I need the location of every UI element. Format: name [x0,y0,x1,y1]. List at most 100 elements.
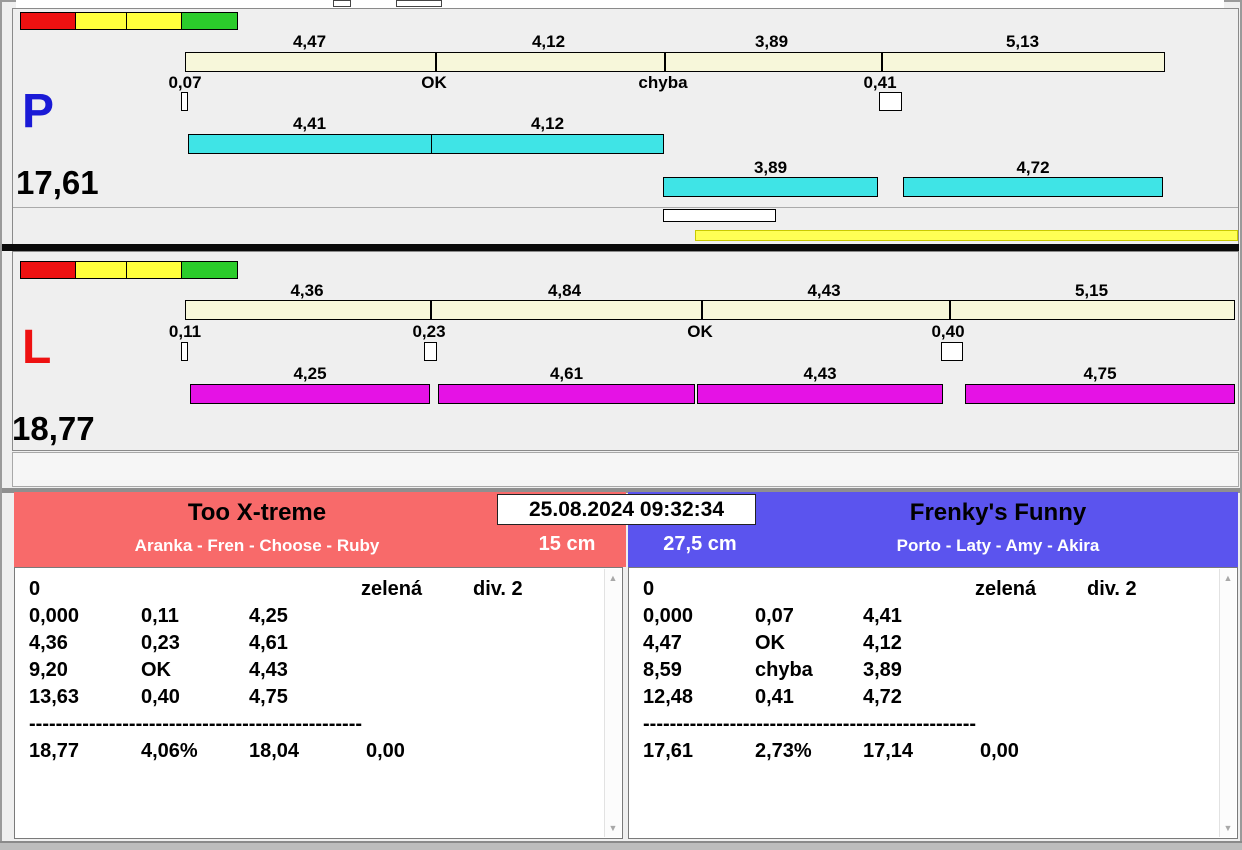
dog-time-label: 4,12 [530,114,565,133]
clock: 25.08.2024 09:32:34 [497,494,756,525]
fault-marker [181,92,188,111]
dog-time-label: 4,61 [549,364,584,383]
empty-strip [12,452,1239,487]
light-yellow-2 [126,261,182,279]
dog-time-bar [431,134,664,154]
fault-marker [879,92,902,111]
start-fault-count: 0 [29,578,41,600]
split-time-label: 4,36 [290,281,324,300]
lane-p-letter: P [22,85,55,138]
gate-mark-label: OK [687,322,713,341]
split-time-label: 4,43 [807,281,841,300]
scrollbar[interactable]: ▲ ▼ [1219,569,1236,837]
team-right-jump-height: 27,5 cm [663,533,737,555]
start-fault-count: 0 [643,578,655,600]
dog-time-label: 4,25 [293,364,327,383]
ruler-tick [881,52,883,72]
application-window: P 17,61 4,47 4,12 3,89 5,13 0,07 OK chyb… [0,0,1242,850]
split-ruler-l [185,300,1235,320]
start-lights-l [20,261,238,279]
dog-time-bar [663,177,878,197]
lane-l-letter: L [22,321,52,374]
scroll-down-icon[interactable]: ▼ [1220,823,1236,833]
lane-l-total-time: 18,77 [12,410,95,447]
scrollbar[interactable]: ▲ ▼ [604,569,621,837]
gate-mark-label: 0,41 [863,73,897,92]
team-right-name: Frenky's Funny [909,499,1087,526]
split-time-label: 5,15 [1074,281,1109,300]
dog-time-bar [190,384,430,404]
lane-divider [2,244,1239,251]
yellow-progress-bar [695,230,1238,241]
scroll-up-icon[interactable]: ▲ [1220,573,1236,583]
light-yellow-1 [75,261,127,279]
window-bottom-strip [0,841,1242,850]
ruler-tick [430,300,432,320]
team-right-results: 0 zelená div. 2 0,000 0,07 4,41 4,47 OK … [628,567,1238,839]
lane-p-total-time: 17,61 [16,164,99,201]
dog-time-label: 4,43 [803,364,837,383]
gate-mark-label: 0,07 [168,73,202,92]
result-row: 4,47 OK 4,12 [643,632,902,654]
gate-mark-label: OK [421,73,447,92]
card-status: zelená [361,578,423,600]
dog-time-label: 4,75 [1083,364,1117,383]
team-right-lineup: Porto - Laty - Amy - Akira [896,536,1100,555]
team-left-lineup: Aranka - Fren - Choose - Ruby [134,536,380,555]
light-green [181,261,238,279]
division-label: div. 2 [1087,578,1137,600]
dog-time-label: 4,72 [1016,158,1050,177]
scroll-up-icon[interactable]: ▲ [605,573,621,583]
fault-marker [424,342,437,361]
window-fragment [333,0,351,7]
window-fragment [396,0,442,7]
result-summary-row: 18,77 4,06% 18,04 0,00 [29,740,405,762]
team-left-results: 0 zelená div. 2 0,000 0,11 4,25 4,36 0,2… [14,567,623,839]
start-lights-p [20,12,238,30]
progress-bar-outline [663,209,776,222]
result-divider-row: ----------------------------------------… [29,713,363,735]
dog-time-bar [965,384,1235,404]
gate-mark-label: 0,23 [412,322,446,341]
result-row: 13,63 0,40 4,75 [29,686,288,708]
light-red [20,261,76,279]
fault-marker [181,342,188,361]
fault-marker [941,342,963,361]
result-summary-row: 17,61 2,73% 17,14 0,00 [643,740,1019,762]
dog-time-label: 4,41 [292,114,327,133]
split-time-label: 3,89 [754,32,789,51]
split-time-label: 4,12 [531,32,566,51]
result-row: 0,000 0,11 4,25 [29,605,288,627]
split-ruler-p [185,52,1165,72]
dog-time-bar [697,384,943,404]
light-yellow-2 [126,12,182,30]
result-status-row: 0 zelená div. 2 [629,578,1215,604]
window-top-strip [16,0,1224,8]
result-row: 4,36 0,23 4,61 [29,632,288,654]
result-divider-row: ----------------------------------------… [643,713,977,735]
light-red [20,12,76,30]
result-row: 8,59 chyba 3,89 [643,659,902,681]
dog-time-label: 3,89 [753,158,788,177]
team-left-jump-height: 15 cm [538,533,596,555]
gate-mark-label: 0,11 [168,322,202,341]
dog-time-bar [903,177,1163,197]
ruler-tick [664,52,666,72]
divider-line [13,207,1238,208]
split-time-label: 5,13 [1005,32,1040,51]
ruler-tick [435,52,437,72]
split-time-label: 4,84 [547,281,582,300]
division-label: div. 2 [473,578,523,600]
result-row: 9,20 OK 4,43 [29,659,288,681]
ruler-tick [949,300,951,320]
dog-time-bar [188,134,432,154]
result-row: 0,000 0,07 4,41 [643,605,902,627]
light-yellow-1 [75,12,127,30]
dog-time-bar [438,384,695,404]
gate-mark-label: chyba [638,73,688,92]
scroll-down-icon[interactable]: ▼ [605,823,621,833]
result-status-row: 0 zelená div. 2 [15,578,600,604]
team-left-name: Too X-treme [187,499,327,526]
gate-mark-label: 0,40 [931,322,965,341]
result-row: 12,48 0,41 4,72 [643,686,902,708]
